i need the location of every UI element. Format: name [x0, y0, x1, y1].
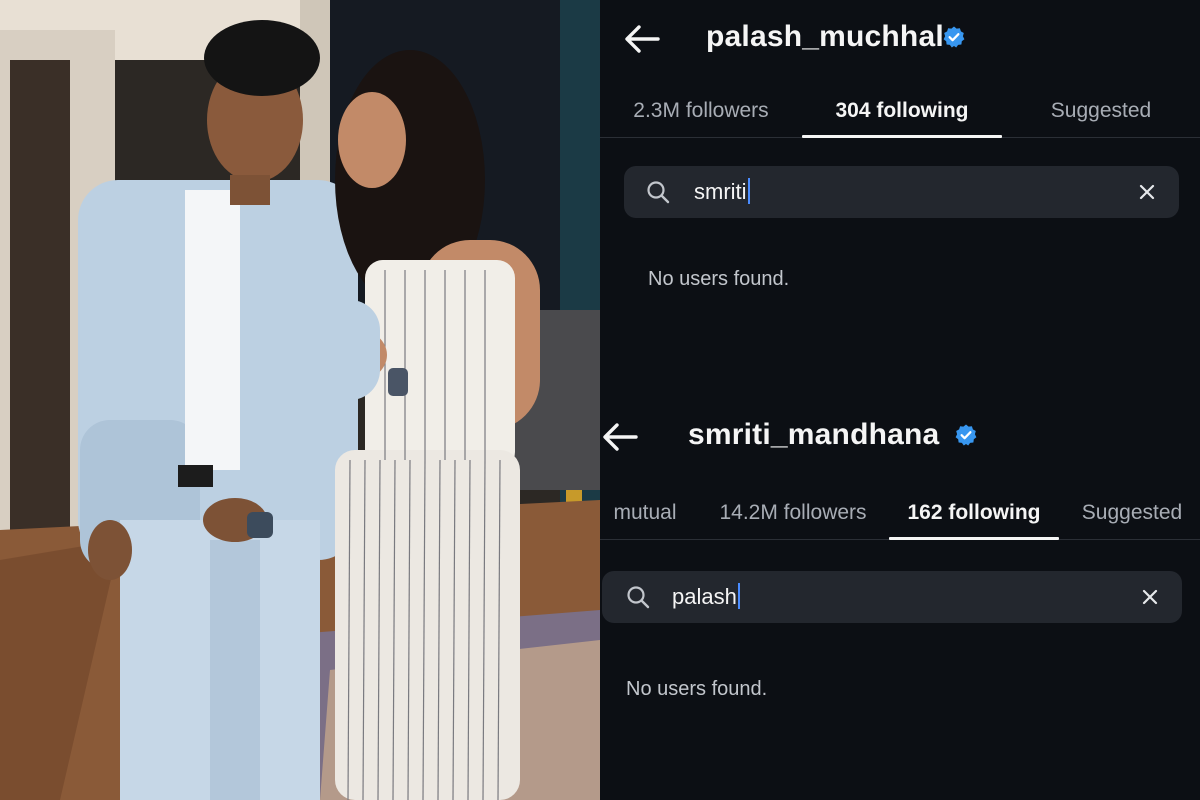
profile-panel-smriti: smriti_mandhana mutual 14.2M followers 1… — [600, 400, 1200, 800]
search-input[interactable]: palash — [672, 571, 740, 623]
search-field[interactable]: palash — [602, 571, 1182, 623]
profile-username: smriti_mandhana — [688, 418, 940, 451]
photo-illustration — [0, 0, 600, 800]
profile-tabs: mutual 14.2M followers 162 following Sug… — [600, 490, 1200, 540]
empty-state-message: No users found. — [648, 268, 790, 290]
verified-badge-icon — [955, 424, 977, 446]
clear-icon[interactable] — [1140, 587, 1160, 607]
back-arrow-icon[interactable] — [602, 422, 638, 452]
search-icon — [647, 181, 670, 204]
search-query-text: palash — [672, 584, 737, 609]
profile-tabs: 2.3M followers 304 following Suggested — [600, 88, 1200, 138]
search-icon — [627, 586, 650, 609]
text-caret — [747, 178, 750, 205]
tab-suggested[interactable]: Suggested — [1066, 490, 1198, 540]
tab-mutual[interactable]: mutual — [600, 490, 690, 540]
active-tab-indicator — [802, 135, 1002, 138]
tab-followers[interactable]: 14.2M followers — [696, 490, 890, 540]
tab-followers[interactable]: 2.3M followers — [600, 88, 802, 138]
active-tab-indicator — [889, 537, 1059, 540]
search-query-text: smriti — [694, 179, 747, 204]
empty-state-message: No users found. — [626, 678, 768, 700]
search-input[interactable]: smriti — [694, 166, 750, 218]
couple-photo — [0, 0, 600, 800]
text-caret — [737, 583, 740, 610]
search-field[interactable]: smriti — [624, 166, 1179, 218]
clear-icon[interactable] — [1137, 182, 1157, 202]
profile-username: palash_muchhal — [706, 20, 944, 53]
profile-panel-palash: palash_muchhal 2.3M followers 304 follow… — [600, 0, 1200, 400]
profile-header: smriti_mandhana — [600, 400, 1200, 480]
profile-header: palash_muchhal — [600, 0, 1200, 80]
tab-following[interactable]: 304 following — [802, 88, 1002, 138]
back-arrow-icon[interactable] — [624, 24, 660, 54]
verified-badge-icon — [943, 26, 965, 48]
tab-following[interactable]: 162 following — [889, 490, 1059, 540]
tab-suggested[interactable]: Suggested — [1002, 88, 1200, 138]
